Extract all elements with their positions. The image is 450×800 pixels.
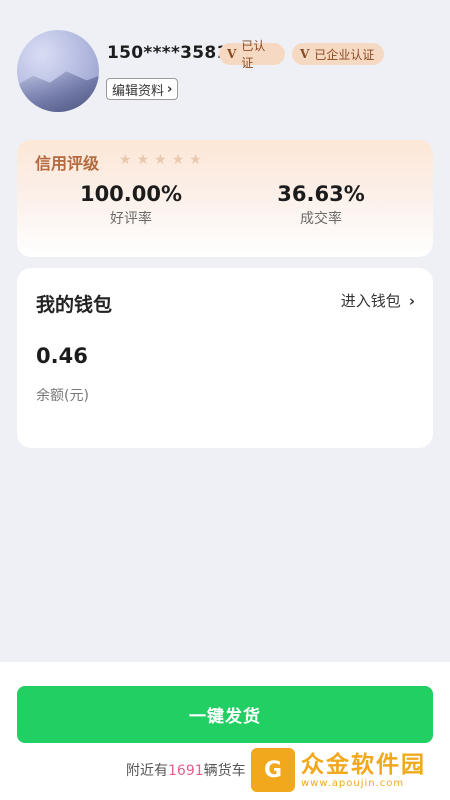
one-click-ship-button[interactable]: 一键发货 xyxy=(17,686,433,743)
watermark-url: www.apoujin.com xyxy=(301,777,405,789)
enterprise-badge-label: 已企业认证 xyxy=(314,47,375,62)
edit-profile-label: 编辑资料 xyxy=(112,83,165,99)
enter-wallet-link[interactable]: 进入钱包 › xyxy=(341,290,415,311)
credit-rating-card: 信用评级 ★ ★ ★ ★ ★ 100.00% 好评率 36.63% 成交率 xyxy=(17,140,433,257)
nearby-count: 1691 xyxy=(168,763,204,779)
credit-rating-title: 信用评级 xyxy=(35,154,100,173)
deal-rate-value: 36.63% xyxy=(277,182,365,206)
nearby-trucks-text: 附近有1691辆货车 xyxy=(126,760,246,780)
wallet-card: 我的钱包 进入钱包 › 0.46 余额(元) xyxy=(17,268,433,448)
enterprise-verified-badge: V 已企业认证 xyxy=(292,43,384,65)
watermark: G 众金软件园 www.apoujin.com xyxy=(251,744,443,796)
edit-profile-button[interactable]: 编辑资料 › xyxy=(106,78,179,100)
star-icon: ★ xyxy=(154,152,167,168)
deal-rate-label: 成交率 xyxy=(300,211,342,227)
deal-rate-metric: 36.63% 成交率 xyxy=(241,182,401,228)
v-icon: V xyxy=(300,47,310,61)
v-icon: V xyxy=(227,47,237,61)
chevron-right-icon: › xyxy=(408,291,415,310)
star-icon: ★ xyxy=(119,152,132,168)
rating-stars: ★ ★ ★ ★ ★ xyxy=(119,151,202,169)
balance-value: 0.46 xyxy=(36,344,88,368)
positive-rate-metric: 100.00% 好评率 xyxy=(51,182,211,228)
nearby-suffix: 辆货车 xyxy=(203,763,246,779)
nearby-prefix: 附近有 xyxy=(126,763,168,779)
chevron-right-icon: › xyxy=(167,81,173,97)
watermark-name: 众金软件园 xyxy=(301,751,426,778)
balance-label: 余额(元) xyxy=(36,388,89,404)
profile-header: 150****3581 V 已认证 V 已企业认证 编辑资料 › xyxy=(0,0,450,130)
phone-number: 150****3581 xyxy=(107,43,229,63)
verified-badge-label: 已认证 xyxy=(241,39,266,70)
star-icon: ★ xyxy=(189,152,202,168)
verified-badge: V 已认证 xyxy=(219,39,285,70)
positive-rate-label: 好评率 xyxy=(110,211,152,227)
star-icon: ★ xyxy=(136,152,150,168)
star-icon: ★ xyxy=(171,152,185,168)
wallet-title: 我的钱包 xyxy=(36,294,113,316)
positive-rate-value: 100.00% xyxy=(79,182,183,206)
avatar[interactable] xyxy=(17,30,99,112)
enter-wallet-label: 进入钱包 xyxy=(340,292,401,310)
watermark-logo-icon: G xyxy=(251,748,295,792)
